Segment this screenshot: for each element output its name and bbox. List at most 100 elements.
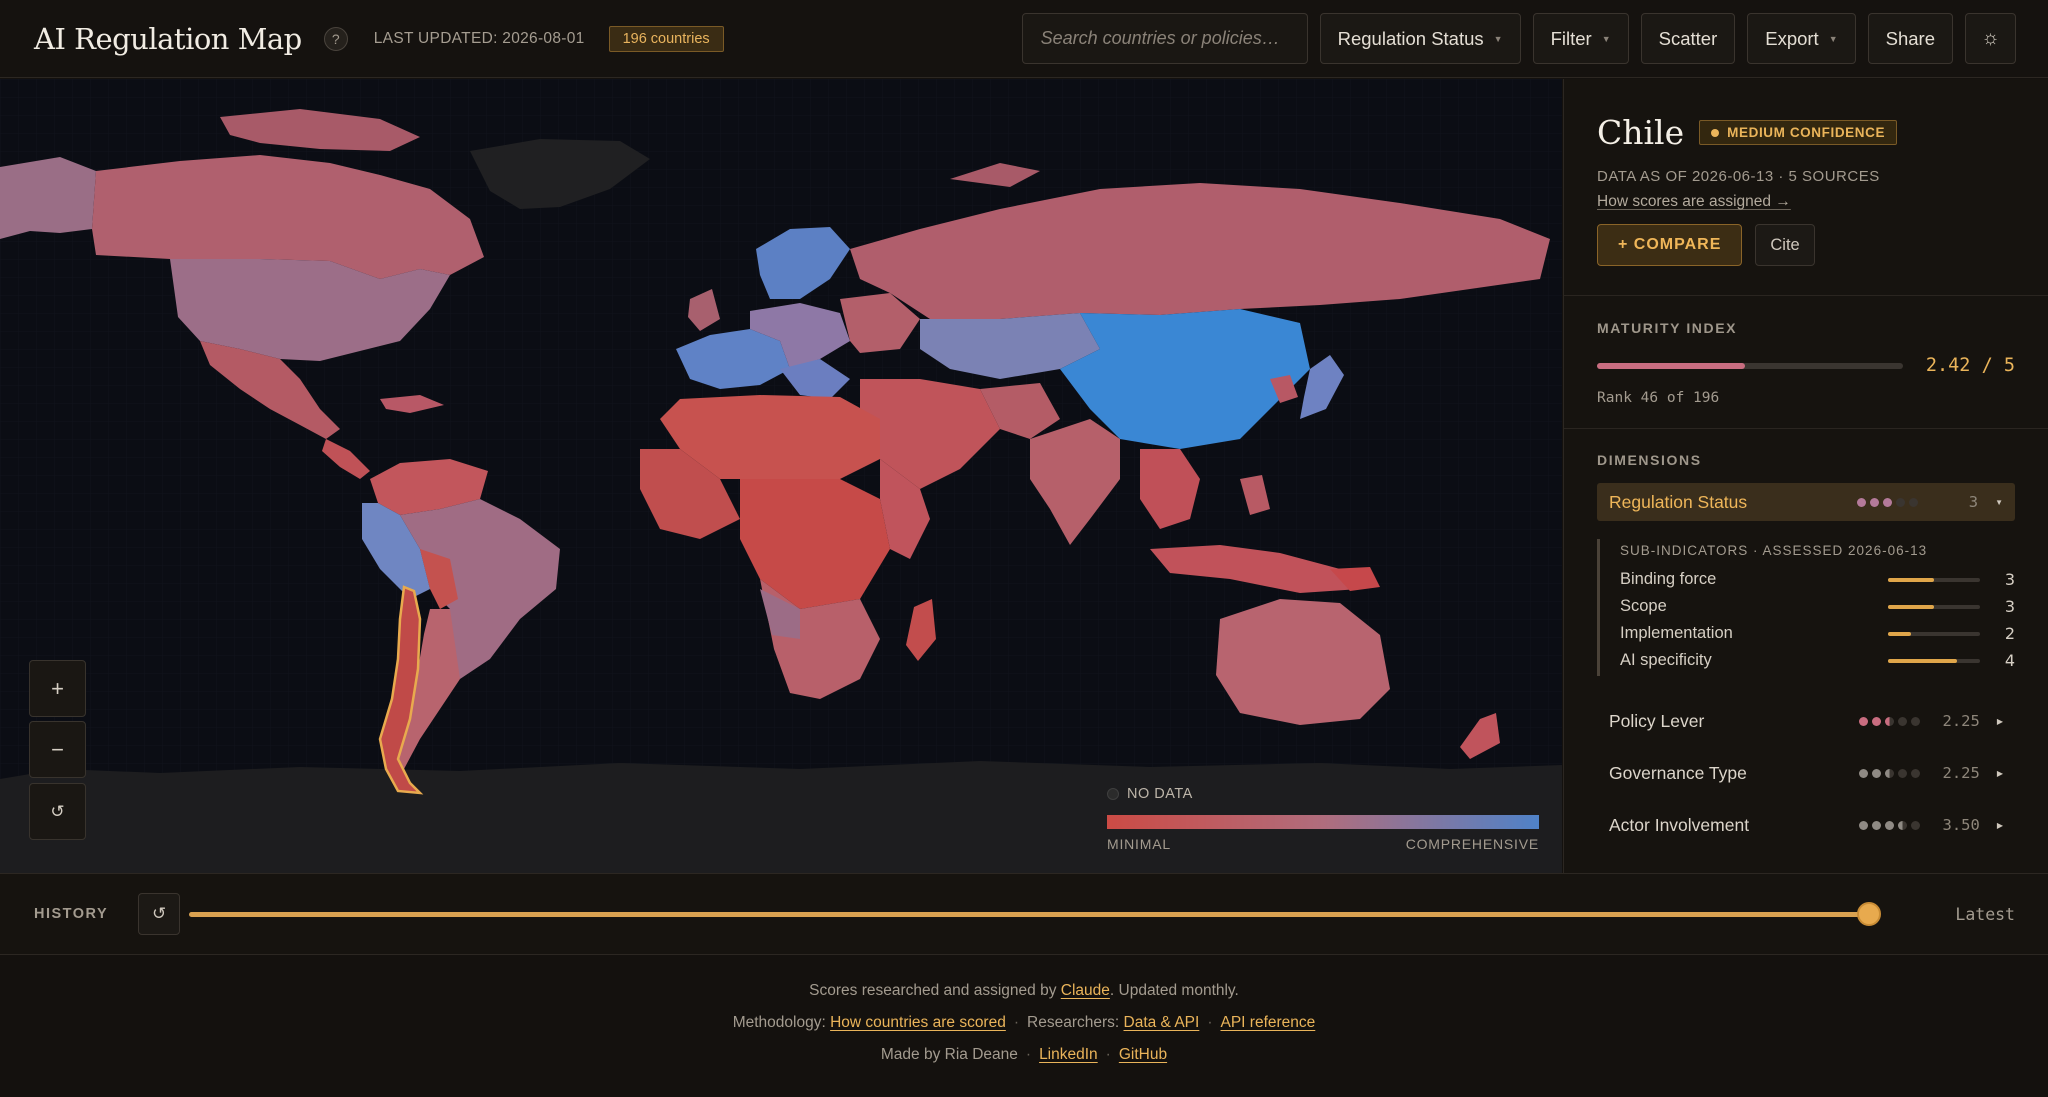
dimensions-section: DIMENSIONS Regulation Status 3 ▼ SUB-IND… xyxy=(1564,429,2048,851)
country-detail-panel: Chile MEDIUM CONFIDENCE DATA AS OF 2026-… xyxy=(1563,79,2048,873)
region-alaska[interactable] xyxy=(0,157,96,239)
footer-author: Made by Ria Deane · LinkedIn · GitHub xyxy=(0,1046,2048,1064)
researchers-label: Researchers: xyxy=(1027,1014,1124,1031)
how-scores-link[interactable]: How scores are assigned → xyxy=(1597,193,1791,211)
world-map[interactable]: + − ↺ NO DATA MINIMAL COMPREHENSIVE xyxy=(0,79,1562,873)
score-dot xyxy=(1871,716,1881,726)
chevron-right-icon[interactable]: ▶ xyxy=(1997,769,2003,778)
chevron-down-icon[interactable]: ▼ xyxy=(1995,498,2003,507)
search-box[interactable] xyxy=(1021,13,1308,64)
sun-icon: ☼ xyxy=(1981,27,2000,49)
zoom-in-button[interactable]: + xyxy=(29,660,86,717)
panel-actions: + COMPARE Cite xyxy=(1597,224,2015,266)
confidence-label: MEDIUM CONFIDENCE xyxy=(1727,125,1886,140)
separator-dot: · xyxy=(1207,1014,1213,1031)
map-canvas[interactable] xyxy=(0,79,1562,873)
export-dropdown[interactable]: Export ▼ xyxy=(1747,13,1856,64)
confidence-dot-icon xyxy=(1711,128,1720,137)
dimensions-title: DIMENSIONS xyxy=(1597,452,1702,468)
history-slider-thumb[interactable] xyxy=(1857,902,1881,926)
theme-toggle-button[interactable]: ☼ xyxy=(1965,13,2016,64)
no-data-swatch xyxy=(1107,788,1119,800)
dimension-dots xyxy=(1858,768,1920,778)
chevron-right-icon[interactable]: ▶ xyxy=(1997,717,2003,726)
compare-button[interactable]: + COMPARE xyxy=(1597,224,1743,266)
score-dot xyxy=(1884,716,1894,726)
filter-dropdown[interactable]: Filter ▼ xyxy=(1532,13,1629,64)
score-dot xyxy=(1884,820,1894,830)
reset-view-button[interactable]: ↺ xyxy=(29,783,86,840)
toolbar: Regulation Status ▼ Filter ▼ Scatter Exp… xyxy=(1021,13,2016,64)
history-label: HISTORY xyxy=(34,906,109,922)
score-dot xyxy=(1858,820,1868,830)
dimension-row[interactable]: Governance Type 2.25 ▶ xyxy=(1597,747,2015,799)
claude-link[interactable]: Claude xyxy=(1061,982,1110,999)
maturity-rank: Rank 46 of 196 xyxy=(1597,390,1720,406)
sub-indicator-name: Scope xyxy=(1620,597,1667,615)
scatter-label: Scatter xyxy=(1658,27,1718,49)
footer: Scores researched and assigned by Claude… xyxy=(0,956,2048,1097)
sub-indicator-row: Scope 3 xyxy=(1620,593,2015,620)
dimension-name: Actor Involvement xyxy=(1609,814,1750,835)
chevron-right-icon[interactable]: ▶ xyxy=(1997,821,2003,830)
sub-indicator-bar xyxy=(1888,577,1980,582)
regulation-status-dropdown[interactable]: Regulation Status ▼ xyxy=(1319,13,1521,64)
footer-credit: Scores researched and assigned by Claude… xyxy=(0,982,2048,1000)
confidence-badge: MEDIUM CONFIDENCE xyxy=(1699,120,1898,145)
history-latest-label: Latest xyxy=(1955,904,2015,924)
methodology-link[interactable]: How countries are scored xyxy=(830,1014,1006,1031)
legend-color-scale xyxy=(1107,815,1539,829)
score-dot xyxy=(1884,768,1894,778)
sub-indicator-fill xyxy=(1888,604,1934,609)
regulation-status-label: Regulation Status xyxy=(1337,27,1484,49)
score-dot xyxy=(1870,497,1880,507)
footer-credit-suffix: . Updated monthly. xyxy=(1109,982,1239,999)
dimension-row[interactable]: Actor Involvement 3.50 ▶ xyxy=(1597,799,2015,851)
sub-indicator-fill xyxy=(1888,577,1934,582)
dimension-row[interactable]: Policy Lever 2.25 ▶ xyxy=(1597,695,2015,747)
maturity-progress-fill xyxy=(1597,362,1746,369)
maturity-title: MATURITY INDEX xyxy=(1597,320,1738,336)
methodology-label: Methodology: xyxy=(732,1014,831,1031)
score-dot xyxy=(1883,497,1893,507)
app-root: AI Regulation Map ? LAST UPDATED: 2026-0… xyxy=(0,0,2048,1097)
share-button[interactable]: Share xyxy=(1867,13,1953,64)
dimension-list: Policy Lever 2.25 ▶ Governance Type 2.25 ▶ Act… xyxy=(1597,695,2015,851)
map-legend: NO DATA MINIMAL COMPREHENSIVE xyxy=(1107,786,1539,852)
country-title-row: Chile MEDIUM CONFIDENCE xyxy=(1597,113,2015,152)
data-api-link[interactable]: Data & API xyxy=(1124,1014,1200,1031)
share-label: Share xyxy=(1885,27,1935,49)
zoom-out-button[interactable]: − xyxy=(29,721,86,778)
footer-links: Methodology: How countries are scored · Re… xyxy=(0,1014,2048,1032)
app-title: AI Regulation Map xyxy=(34,21,302,56)
dimension-value: 3 xyxy=(1968,493,1979,511)
dimension-value: 3.50 xyxy=(1942,816,1980,834)
search-input[interactable] xyxy=(1040,28,1289,49)
linkedin-link[interactable]: LinkedIn xyxy=(1039,1046,1098,1063)
scatter-button[interactable]: Scatter xyxy=(1640,13,1736,64)
chevron-down-icon: ▼ xyxy=(1601,33,1611,44)
history-reset-icon[interactable]: ↺ xyxy=(138,893,181,935)
score-dot xyxy=(1909,497,1919,507)
last-updated-label: LAST UPDATED: 2026-08-01 xyxy=(373,29,585,47)
maturity-progress-bar xyxy=(1597,362,1903,369)
github-link[interactable]: GitHub xyxy=(1119,1046,1167,1063)
dimension-name: Regulation Status xyxy=(1609,491,1748,512)
sub-indicator-name: AI specificity xyxy=(1620,651,1712,669)
dimension-value: 2.25 xyxy=(1942,712,1980,730)
history-slider-track[interactable] xyxy=(189,912,1869,917)
api-reference-link[interactable]: API reference xyxy=(1221,1014,1316,1031)
filter-label: Filter xyxy=(1550,27,1592,49)
cite-button[interactable]: Cite xyxy=(1755,224,1815,266)
score-dot xyxy=(1897,820,1907,830)
sub-indicator-bar xyxy=(1888,604,1980,609)
sub-indicator-bar xyxy=(1888,631,1980,636)
chevron-down-icon: ▼ xyxy=(1828,33,1838,44)
sub-indicator-fill xyxy=(1888,658,1957,663)
sub-indicator-fill xyxy=(1888,631,1911,636)
dimension-regulation-status[interactable]: Regulation Status 3 ▼ xyxy=(1597,483,2015,521)
score-dot xyxy=(1897,768,1907,778)
dimension-value: 2.25 xyxy=(1942,764,1980,782)
help-icon[interactable]: ? xyxy=(323,26,348,51)
dimension-name: Policy Lever xyxy=(1609,710,1705,731)
